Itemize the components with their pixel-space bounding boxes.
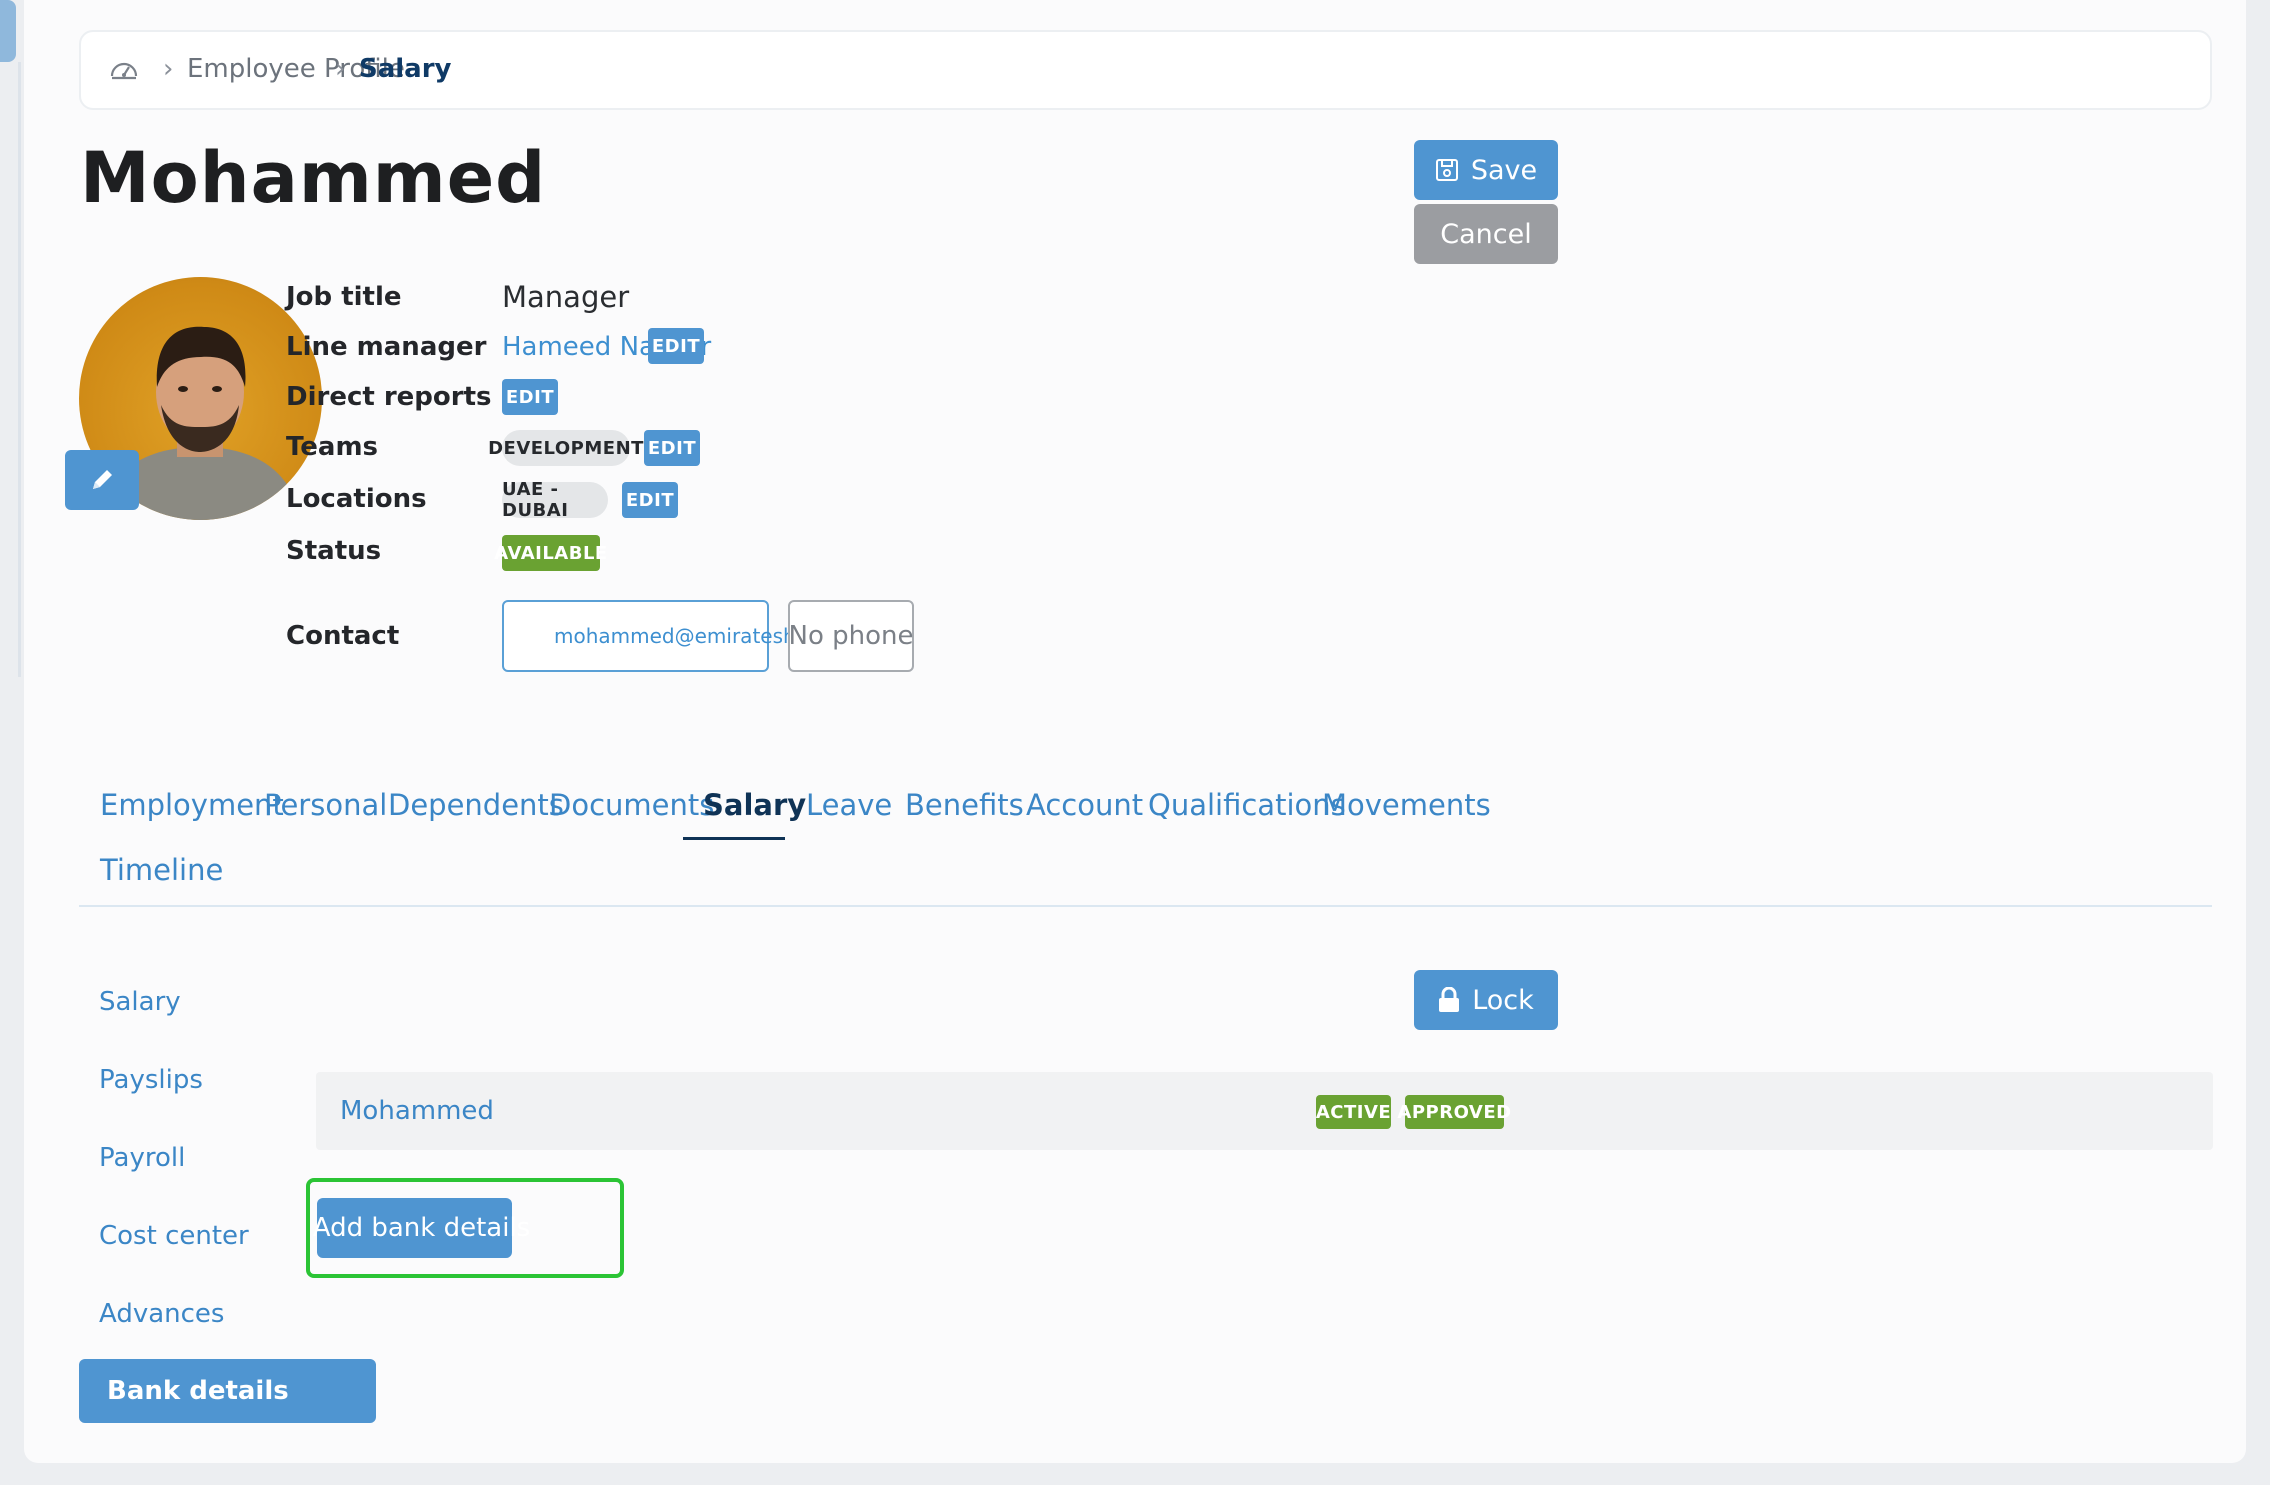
save-label: Save xyxy=(1470,154,1538,186)
menu-item-cost-center[interactable]: Cost center xyxy=(99,1221,249,1251)
save-button[interactable]: Save xyxy=(1414,140,1558,200)
edit-teams-button[interactable]: EDIT xyxy=(644,430,700,466)
profile-details: Job title Manager Line manager Hameed Na… xyxy=(286,280,1386,682)
tab-employment[interactable]: Employment xyxy=(100,788,284,822)
breadcrumb: › Employee Profile › Salary xyxy=(79,30,2212,110)
main-card: › Employee Profile › Salary Mohammed Sav… xyxy=(24,0,2246,1463)
active-badge: ACTIVE xyxy=(1316,1095,1391,1129)
tabs-divider xyxy=(79,905,2212,907)
breadcrumb-salary: Salary xyxy=(359,54,452,84)
teams-label: Teams xyxy=(286,432,379,462)
cancel-button[interactable]: Cancel xyxy=(1414,204,1558,264)
save-icon xyxy=(1435,159,1458,181)
lock-icon xyxy=(1439,987,1460,1012)
add-bank-details-label: Add bank details xyxy=(312,1213,531,1243)
pencil-icon xyxy=(93,470,112,489)
tab-leave[interactable]: Leave xyxy=(806,788,892,822)
menu-item-bank-details[interactable]: Bank details xyxy=(79,1359,376,1423)
status-badge: AVAILABLE xyxy=(494,535,607,571)
approved-badge: APPROVED xyxy=(1397,1095,1511,1129)
edit-line-manager-button[interactable]: EDIT xyxy=(648,328,704,364)
menu-item-payroll[interactable]: Payroll xyxy=(99,1143,185,1173)
sidebar-divider xyxy=(18,62,21,677)
tab-dependents[interactable]: Dependents xyxy=(388,788,564,822)
lock-button[interactable]: Lock xyxy=(1414,970,1558,1030)
direct-reports-label: Direct reports xyxy=(286,382,492,412)
tab-documents[interactable]: Documents xyxy=(549,788,714,822)
edit-avatar-button[interactable] xyxy=(65,450,139,510)
lock-label: Lock xyxy=(1472,984,1534,1016)
locations-label: Locations xyxy=(286,484,427,514)
job-title-label: Job title xyxy=(286,282,402,312)
tab-qualifications[interactable]: Qualifications xyxy=(1148,788,1346,822)
edit-locations-button[interactable]: EDIT xyxy=(622,482,678,518)
edit-direct-reports-button[interactable]: EDIT xyxy=(502,379,558,415)
tab-salary[interactable]: Salary xyxy=(703,788,806,822)
menu-item-payslips[interactable]: Payslips xyxy=(99,1065,203,1095)
dashboard-icon[interactable] xyxy=(109,56,139,84)
menu-item-salary[interactable]: Salary xyxy=(99,987,181,1017)
tab-movements[interactable]: Movements xyxy=(1322,788,1491,822)
location-chip: UAE - DUBAI xyxy=(502,479,608,521)
line-manager-label: Line manager xyxy=(286,332,487,362)
tab-benefits[interactable]: Benefits xyxy=(905,788,1024,822)
add-bank-details-button[interactable]: Add bank details xyxy=(313,1198,530,1258)
tab-timeline[interactable]: Timeline xyxy=(100,853,223,887)
chevron-right-icon: › xyxy=(163,54,174,84)
active-tab-indicator xyxy=(683,837,785,840)
job-title-value: Manager xyxy=(502,280,630,314)
menu-item-advances[interactable]: Advances xyxy=(99,1299,224,1329)
tab-account[interactable]: Account xyxy=(1026,788,1143,822)
email-contact-button[interactable]: mohammed@emirateshr.com xyxy=(502,600,851,672)
tab-personal[interactable]: Personal xyxy=(264,788,387,822)
sidebar-stub[interactable] xyxy=(0,0,16,62)
bank-record-name[interactable]: Mohammed xyxy=(340,1096,494,1126)
page-title: Mohammed xyxy=(80,137,547,219)
team-chip: DEVELOPMENT xyxy=(488,430,643,466)
contact-label: Contact xyxy=(286,621,400,651)
chevron-right-icon: › xyxy=(335,54,346,84)
bank-record-row[interactable]: Mohammed ACTIVE APPROVED xyxy=(316,1072,2213,1150)
status-label: Status xyxy=(286,536,382,566)
phone-contact-button[interactable]: No phone xyxy=(788,600,914,672)
